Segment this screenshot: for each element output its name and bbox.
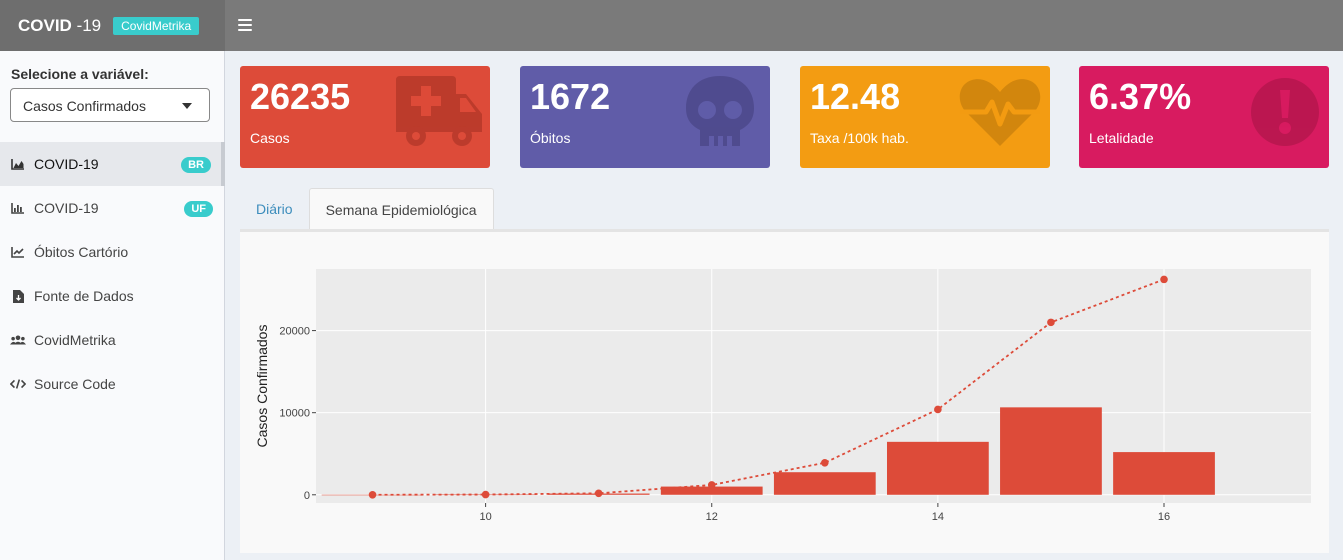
uf-badge: UF bbox=[184, 201, 213, 217]
select-label: Selecione a variável: bbox=[11, 66, 149, 82]
tab-bar: Diário Semana Epidemiológica bbox=[240, 188, 494, 230]
value-box-value: 26235 bbox=[250, 76, 351, 117]
value-box-taxa: 12.48 Taxa /100k hab. bbox=[800, 66, 1050, 168]
sidebar: Selecione a variável: Casos Confirmados … bbox=[0, 51, 225, 560]
line-point bbox=[1047, 318, 1055, 327]
value-box-obitos: 1672 Óbitos bbox=[520, 66, 770, 168]
app-title: COVID -19 bbox=[18, 15, 102, 35]
value-box-value: 1672 bbox=[530, 76, 611, 117]
sidebar-item-label: CovidMetrika bbox=[34, 332, 116, 348]
users-icon bbox=[10, 333, 26, 347]
hamburger-menu-icon[interactable] bbox=[238, 14, 256, 36]
value-box-value: 12.48 bbox=[810, 76, 901, 117]
sidebar-item-label: Source Code bbox=[34, 376, 116, 392]
chart-panel: 0 10000 20000 10 12 14 16 Casos Confirmados bbox=[240, 232, 1329, 553]
bar bbox=[773, 472, 876, 495]
bar bbox=[1113, 452, 1215, 495]
area-chart-icon bbox=[10, 157, 26, 171]
br-badge: BR bbox=[181, 157, 211, 173]
bar bbox=[886, 441, 989, 495]
app-badge: CovidMetrika bbox=[113, 16, 200, 35]
value-box-label: Taxa /100k hab. bbox=[810, 130, 909, 146]
sidebar-item-covid-uf[interactable]: COVID-19 UF bbox=[0, 186, 225, 230]
variable-select[interactable]: Casos Confirmados bbox=[10, 88, 210, 122]
top-header: COVID -19 CovidMetrika bbox=[0, 0, 1343, 51]
line-point bbox=[481, 490, 490, 499]
tab-semana-epidemiologica[interactable]: Semana Epidemiológica bbox=[308, 188, 494, 230]
value-box-letalidade: 6.37% Letalidade bbox=[1079, 66, 1329, 168]
bar bbox=[1000, 407, 1102, 495]
value-box-label: Óbitos bbox=[530, 130, 571, 146]
sidebar-item-source-code[interactable]: Source Code bbox=[0, 362, 225, 406]
line-point bbox=[934, 405, 942, 414]
x-tick-label: 16 bbox=[1158, 511, 1170, 523]
sidebar-item-fonte-dados[interactable]: Fonte de Dados bbox=[0, 274, 225, 318]
sidebar-item-covid-br[interactable]: COVID-19 BR bbox=[0, 142, 225, 186]
cases-chart[interactable]: 0 10000 20000 10 12 14 16 Casos Confirmados bbox=[240, 232, 1329, 553]
sidebar-item-covidmetrika[interactable]: CovidMetrika bbox=[0, 318, 225, 362]
logo[interactable]: COVID -19 CovidMetrika bbox=[0, 0, 225, 51]
value-box-label: Casos bbox=[250, 130, 290, 146]
x-tick-label: 12 bbox=[706, 511, 718, 523]
value-box-casos: 26235 Casos bbox=[240, 66, 490, 168]
code-icon bbox=[10, 377, 26, 391]
x-tick-label: 10 bbox=[479, 511, 491, 523]
variable-select-value: Casos Confirmados bbox=[23, 98, 146, 114]
line-point bbox=[707, 481, 716, 489]
exclamation-circle-icon bbox=[1251, 78, 1319, 146]
sidebar-menu: COVID-19 BR COVID-19 UF Óbitos Cartório … bbox=[0, 142, 225, 406]
file-download-icon bbox=[10, 289, 26, 303]
tab-diario[interactable]: Diário bbox=[240, 188, 309, 230]
sidebar-item-label: Óbitos Cartório bbox=[34, 244, 129, 260]
value-box-value: 6.37% bbox=[1089, 76, 1192, 117]
ambulance-icon bbox=[396, 76, 482, 146]
y-tick-label: 20000 bbox=[279, 326, 310, 338]
heartbeat-icon bbox=[959, 79, 1041, 146]
line-point bbox=[821, 458, 829, 467]
sidebar-item-obitos-cartorio[interactable]: Óbitos Cartório bbox=[0, 230, 225, 274]
caret-down-icon bbox=[182, 103, 192, 109]
y-tick-label: 10000 bbox=[279, 408, 310, 420]
sidebar-item-label: Fonte de Dados bbox=[34, 288, 134, 304]
line-chart-icon bbox=[10, 245, 26, 259]
skull-icon bbox=[686, 76, 754, 146]
bar-chart-icon bbox=[10, 201, 26, 215]
y-tick-label: 0 bbox=[304, 490, 310, 502]
x-tick-label: 14 bbox=[932, 511, 944, 523]
line-point bbox=[368, 490, 377, 499]
line-point bbox=[1160, 275, 1168, 284]
value-box-label: Letalidade bbox=[1089, 130, 1154, 146]
y-axis-label: Casos Confirmados bbox=[254, 325, 270, 448]
line-point bbox=[594, 489, 603, 498]
